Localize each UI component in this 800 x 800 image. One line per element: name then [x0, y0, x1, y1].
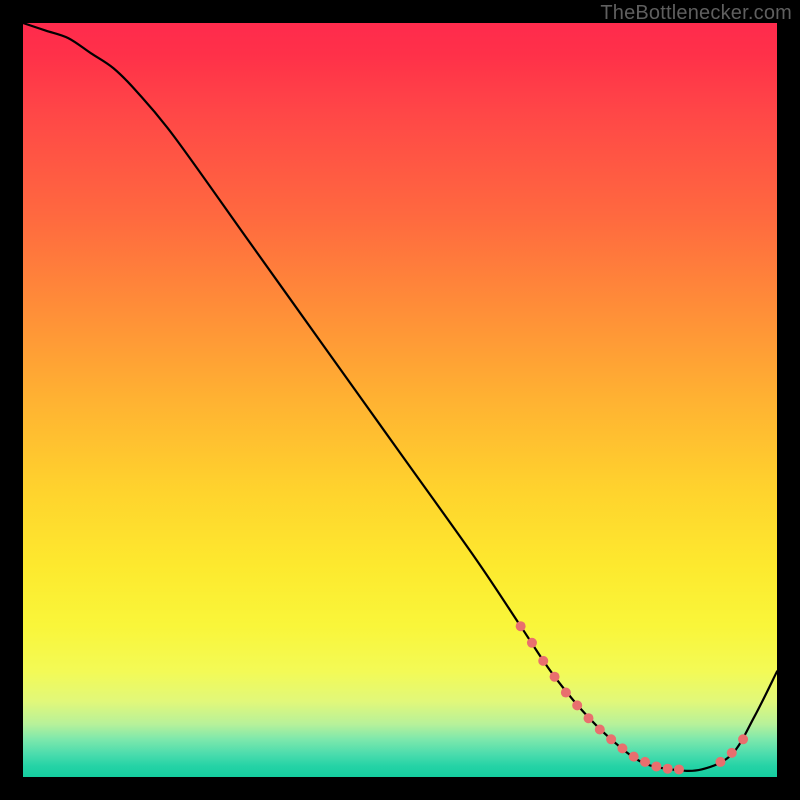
highlight-dot: [550, 672, 560, 682]
chart-stage: TheBottlenecker.com: [0, 0, 800, 800]
plot-area: [23, 23, 777, 777]
highlight-dot: [606, 734, 616, 744]
highlight-dot: [727, 748, 737, 758]
watermark-text: TheBottlenecker.com: [600, 2, 792, 25]
highlight-dots: [516, 621, 748, 774]
highlight-dot: [715, 757, 725, 767]
highlight-dot: [516, 621, 526, 631]
bottleneck-curve: [23, 23, 777, 771]
curve-layer: [23, 23, 777, 777]
highlight-dot: [640, 757, 650, 767]
highlight-dot: [663, 764, 673, 774]
highlight-dot: [584, 713, 594, 723]
highlight-dot: [674, 764, 684, 774]
highlight-dot: [738, 734, 748, 744]
highlight-dot: [651, 761, 661, 771]
highlight-dot: [538, 656, 548, 666]
highlight-dot: [595, 725, 605, 735]
highlight-dot: [629, 752, 639, 762]
highlight-dot: [617, 743, 627, 753]
highlight-dot: [527, 638, 537, 648]
highlight-dot: [572, 700, 582, 710]
highlight-dot: [561, 688, 571, 698]
